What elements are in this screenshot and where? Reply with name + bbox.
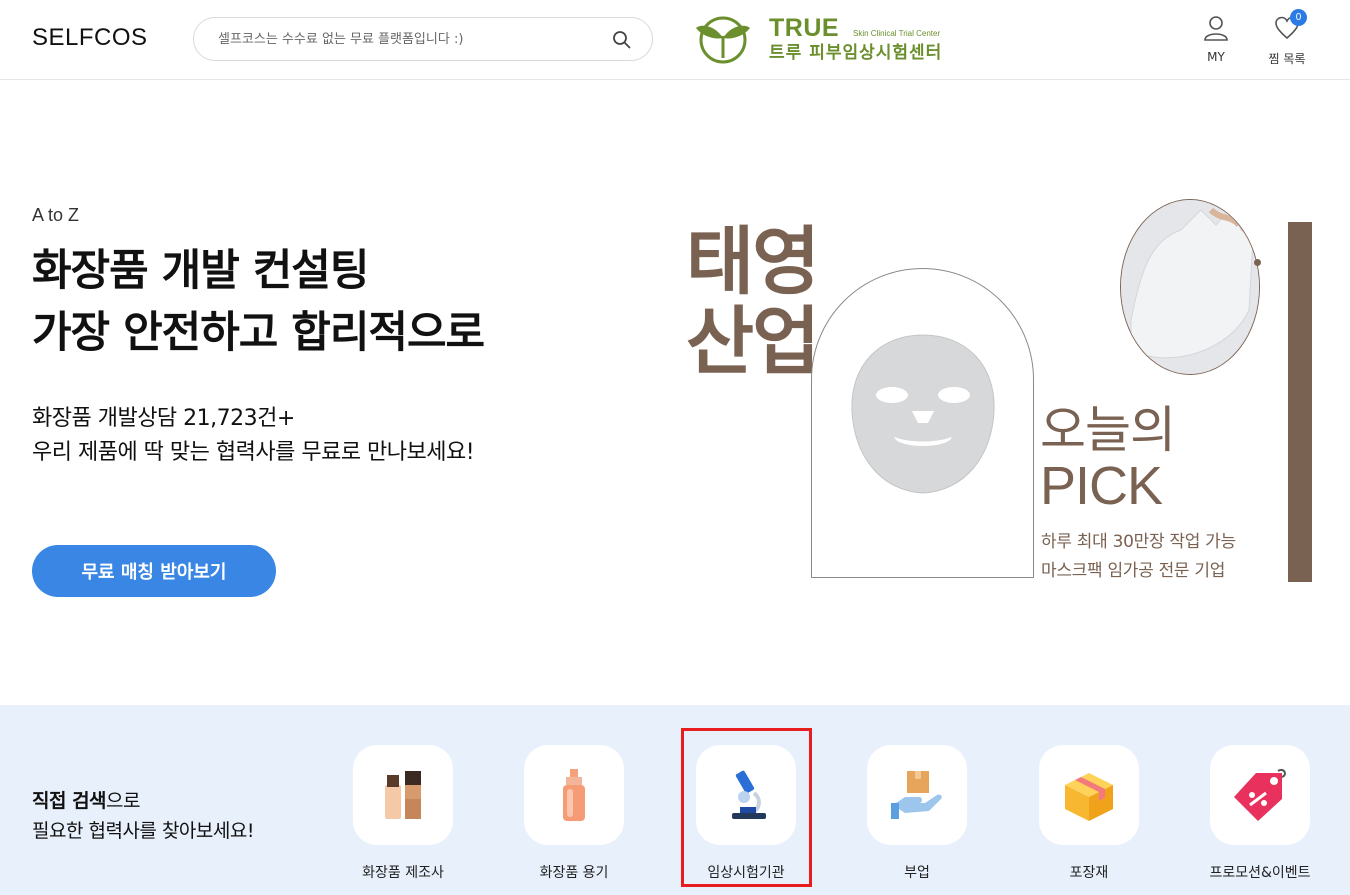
category-label: 화장품 제조사 bbox=[362, 865, 444, 881]
search-bar bbox=[193, 17, 653, 61]
site-logo[interactable]: SELFCOS bbox=[32, 24, 148, 52]
cosmetic-bottles-icon bbox=[385, 771, 421, 819]
category-label: 프로모션&이벤트 bbox=[1209, 865, 1311, 881]
my-label: MY bbox=[1207, 50, 1225, 64]
face-mask-image bbox=[851, 334, 995, 494]
category-side-job[interactable]: 부업 bbox=[847, 745, 987, 882]
category-packaging[interactable]: 포장재 bbox=[1019, 745, 1159, 882]
search-icon[interactable] bbox=[612, 30, 632, 50]
category-tile bbox=[867, 745, 967, 845]
hero-title: 화장품 개발 컨설팅 가장 안전하고 합리적으로 bbox=[32, 240, 485, 364]
banner-company-line2: 산업 bbox=[686, 299, 820, 385]
category-promotion-event[interactable]: 프로모션&이벤트 bbox=[1190, 745, 1330, 882]
hand-box-icon bbox=[891, 771, 942, 819]
banner-accent-bar bbox=[1288, 222, 1312, 582]
banner-company-name: 태영 산업 bbox=[686, 219, 820, 385]
banner-dot bbox=[1254, 259, 1261, 266]
user-icon bbox=[1204, 16, 1228, 41]
banner-description: 하루 최대 30만장 작업 가능 마스크팩 임가공 전문 기업 bbox=[1041, 528, 1236, 586]
hero-description: 화장품 개발상담 21,723건+ 우리 제품에 딱 맞는 협력사를 무료로 만… bbox=[32, 402, 475, 470]
my-page-button[interactable]: MY bbox=[1186, 14, 1246, 64]
category-label: 화장품 용기 bbox=[539, 865, 609, 881]
free-matching-button[interactable]: 무료 매칭 받아보기 bbox=[32, 545, 276, 597]
pick-line2: PICK bbox=[1040, 456, 1163, 516]
banner-desc-line2: 마스크팩 임가공 전문 기업 bbox=[1041, 561, 1226, 581]
sprout-logo-icon bbox=[696, 16, 750, 64]
category-label: 부업 bbox=[904, 865, 930, 881]
wishlist-count-badge: 0 bbox=[1290, 9, 1307, 26]
package-box-icon bbox=[1065, 773, 1113, 821]
sale-tag-icon bbox=[1234, 768, 1286, 821]
top-header: SELFCOS TRUE Skin Clinical Trial Center … bbox=[0, 0, 1350, 80]
category-intro-bold: 직접 검색 bbox=[32, 790, 107, 812]
wishlist-button[interactable]: 찜 목록 bbox=[1257, 14, 1317, 67]
hero-title-line1: 화장품 개발 컨설팅 bbox=[32, 246, 369, 296]
category-tile bbox=[1210, 745, 1310, 845]
hero-eyebrow: A to Z bbox=[32, 205, 80, 225]
category-tile bbox=[524, 745, 624, 845]
ad-subtitle: Skin Clinical Trial Center bbox=[853, 29, 941, 38]
banner-desc-line1: 하루 최대 30만장 작업 가능 bbox=[1041, 532, 1236, 552]
todays-pick: 오늘의 PICK bbox=[1040, 401, 1176, 516]
wishlist-label: 찜 목록 bbox=[1268, 52, 1306, 66]
category-container[interactable]: 화장품 용기 bbox=[504, 745, 644, 882]
category-intro: 직접 검색으로 필요한 협력사를 찾아보세요! bbox=[32, 786, 254, 846]
mask-hand-photo bbox=[1120, 199, 1260, 375]
hero-desc-line2: 우리 제품에 딱 맞는 협력사를 무료로 만나보세요! bbox=[32, 440, 475, 465]
pick-line1: 오늘의 bbox=[1040, 401, 1176, 459]
category-tile bbox=[1039, 745, 1139, 845]
selection-highlight bbox=[681, 728, 812, 887]
pump-bottle-icon bbox=[563, 769, 585, 821]
category-intro-rest: 으로 bbox=[106, 790, 141, 812]
hero-title-line2: 가장 안전하고 합리적으로 bbox=[32, 308, 485, 358]
category-label: 포장재 bbox=[1069, 865, 1109, 881]
hero-desc-line1: 화장품 개발상담 21,723건+ bbox=[32, 406, 295, 431]
banner-company-line1: 태영 bbox=[686, 219, 820, 305]
category-manufacturer[interactable]: 화장품 제조사 bbox=[333, 745, 473, 882]
category-intro-line2: 필요한 협력사를 찾아보세요! bbox=[32, 820, 254, 842]
ad-banner-logo[interactable]: TRUE Skin Clinical Trial Center 트루 피부임상시… bbox=[692, 12, 952, 66]
search-input[interactable] bbox=[218, 28, 598, 50]
category-tile bbox=[353, 745, 453, 845]
ad-name-ko: 트루 피부임상시험센터 bbox=[769, 43, 943, 63]
